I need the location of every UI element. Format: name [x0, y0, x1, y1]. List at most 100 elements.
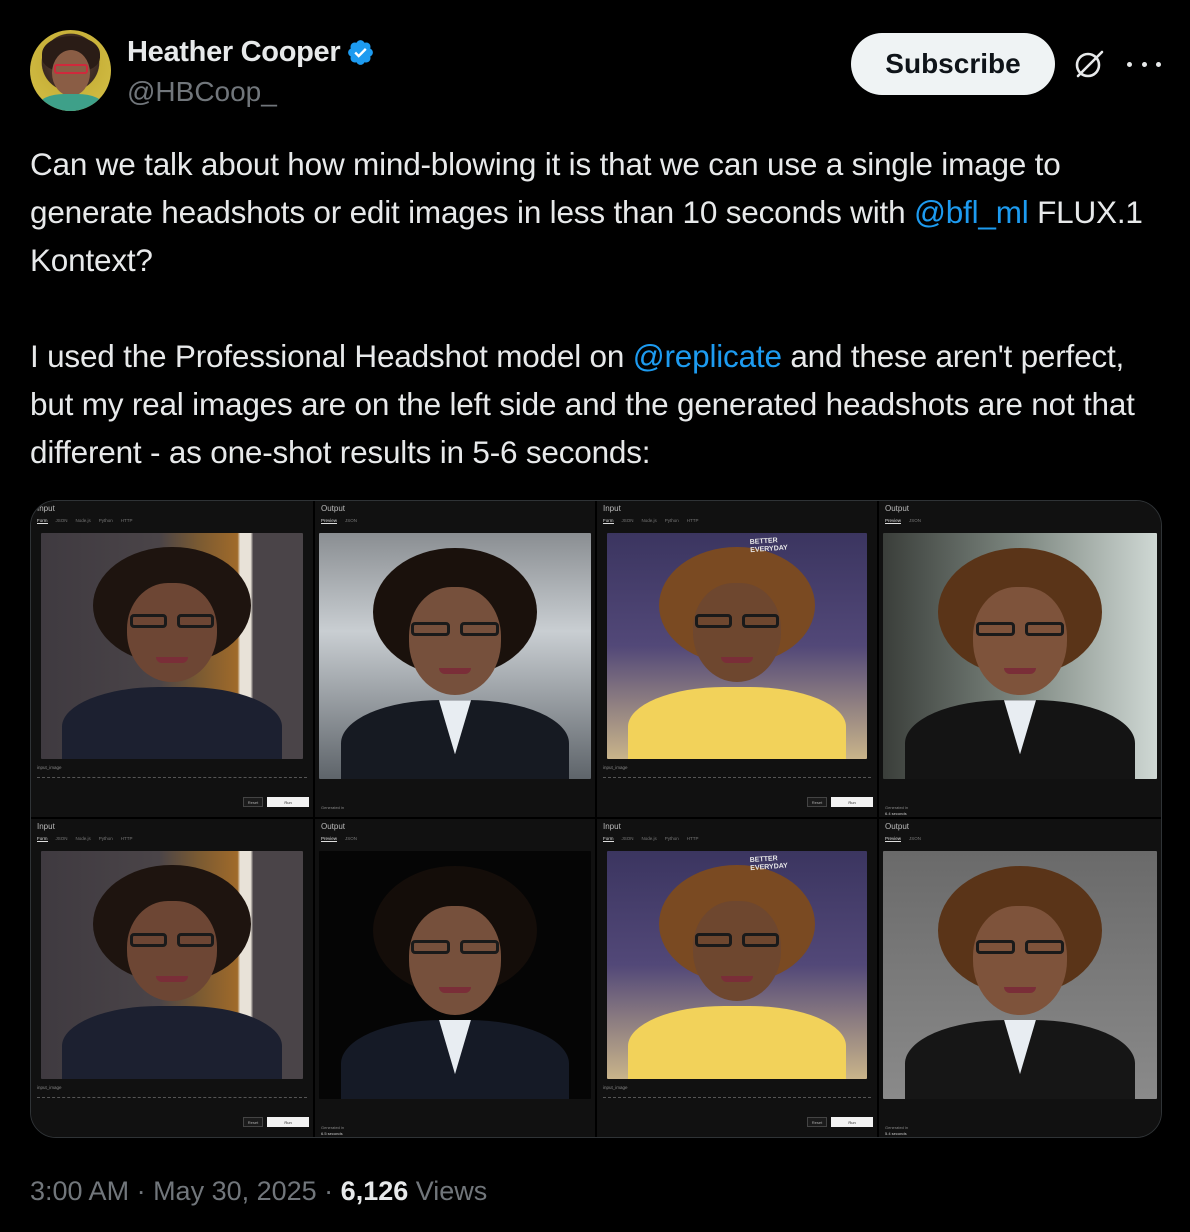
screenshot-panel: Output Preview JSON Generated in 6.5 seconds	[315, 819, 597, 1137]
run-button[interactable]: Run	[831, 797, 873, 807]
panel-title: Input	[603, 822, 621, 831]
generated-in-text: Generated in	[885, 1125, 909, 1130]
tweet-text-segment: I used the Professional Headshot model o…	[30, 338, 633, 374]
post-date[interactable]: May 30, 2025	[153, 1176, 317, 1207]
panel-tab: Python	[98, 518, 113, 523]
screenshot-panel: Input Form JSON Node.js Python HTTP BETTER EVE…	[597, 819, 879, 1137]
screenshot-panel: Output Preview JSON Generated in 6.4 seconds	[879, 501, 1161, 819]
panel-tabs: Preview JSON	[321, 836, 357, 842]
generated-in-label: Generated in 6.4 seconds	[885, 805, 908, 817]
subscribe-button[interactable]: Subscribe	[851, 33, 1055, 95]
generated-in-label: Generated in 5.4 seconds	[885, 1125, 908, 1137]
tweet-media-image[interactable]: Input Form JSON Node.js Python HTTP input_imag…	[30, 500, 1162, 1138]
panel-tab: JSON	[345, 836, 358, 841]
panel-tab: HTTP	[686, 518, 699, 523]
panel-tab: JSON	[345, 518, 358, 523]
tweet-paragraph-2: I used the Professional Headshot model o…	[30, 332, 1165, 476]
mention-link[interactable]: @replicate	[633, 338, 782, 374]
panel-tabs: Form JSON Node.js Python HTTP	[603, 836, 699, 842]
reset-button[interactable]: Reset	[243, 797, 263, 807]
run-button[interactable]: Run	[267, 1117, 309, 1127]
generated-in-label: Generated in	[321, 805, 344, 811]
headshot-photo: BETTER EVERYDAY	[607, 851, 867, 1079]
divider	[37, 777, 307, 778]
headshot-photo	[319, 533, 591, 779]
panel-title: Input	[603, 504, 621, 513]
generated-in-text: Generated in	[885, 805, 909, 810]
panel-tab: HTTP	[120, 836, 133, 841]
input-image-field-label: input_image	[37, 765, 62, 770]
generated-in-text: Generated in	[321, 1125, 345, 1130]
reset-button[interactable]: Reset	[807, 797, 827, 807]
generation-time: 6.5 seconds	[321, 1131, 343, 1136]
panel-tabs: Preview JSON	[885, 836, 921, 842]
divider	[603, 1097, 871, 1098]
panel-tab: JSON	[909, 836, 922, 841]
tweet-paragraph-1: Can we talk about how mind-blowing it is…	[30, 140, 1165, 284]
panel-tab: Form	[603, 518, 614, 524]
panel-tabs: Preview JSON	[321, 518, 357, 524]
panel-tab: Form	[37, 836, 48, 842]
panel-title: Output	[885, 504, 910, 513]
divider	[37, 1097, 307, 1098]
generated-in-text: Generated in	[321, 805, 345, 810]
more-icon[interactable]	[1127, 50, 1161, 78]
screenshot-panel: Input Form JSON Node.js Python HTTP input_imag…	[31, 501, 315, 819]
panel-tab: JSON	[55, 836, 68, 841]
panel-tab: Preview	[885, 518, 902, 524]
screenshot-panel: Input Form JSON Node.js Python HTTP input_imag…	[31, 819, 315, 1137]
avatar[interactable]	[30, 30, 111, 111]
panel-title: Output	[885, 822, 910, 831]
panel-tab: Form	[603, 836, 614, 842]
run-button[interactable]: Run	[267, 797, 309, 807]
author-name[interactable]: Heather Cooper	[127, 36, 341, 69]
panel-title: Output	[321, 504, 346, 513]
panel-tab: HTTP	[686, 836, 699, 841]
panel-tab: JSON	[909, 518, 922, 523]
panel-tab: Preview	[321, 518, 338, 524]
panel-tabs: Form JSON Node.js Python HTTP	[37, 836, 133, 842]
headshot-photo	[883, 533, 1157, 779]
panel-tab: Preview	[885, 836, 902, 842]
screenshot-panel: Output Preview JSON Generated in	[315, 501, 597, 819]
tweet-text-segment: Can we talk about how mind-blowing it is…	[30, 146, 1061, 230]
separator: ·	[316, 1176, 341, 1206]
author-name-row[interactable]: Heather Cooper	[127, 36, 375, 69]
panel-tab: HTTP	[120, 518, 133, 523]
reset-button[interactable]: Reset	[807, 1117, 827, 1127]
panel-tabs: Preview JSON	[885, 518, 921, 524]
panel-title: Input	[37, 822, 55, 831]
generation-time: 6.4 seconds	[885, 811, 907, 816]
input-image-field-label: input_image	[603, 1085, 628, 1090]
panel-tab: Node.js	[75, 518, 91, 523]
mention-link[interactable]: @bfl_ml	[914, 194, 1029, 230]
media-grid: Input Form JSON Node.js Python HTTP input_imag…	[31, 501, 1161, 1137]
panel-tab: Node.js	[75, 836, 91, 841]
tweet-meta: 3:00 AM · May 30, 2025 · 6,126 Views	[30, 1176, 487, 1207]
panel-title: Input	[37, 504, 55, 513]
tweet-text: Can we talk about how mind-blowing it is…	[30, 140, 1165, 476]
separator: ·	[129, 1176, 154, 1206]
verified-badge-icon	[348, 40, 374, 65]
panel-tab: Python	[664, 836, 679, 841]
headshot-photo: BETTER EVERYDAY	[607, 533, 867, 759]
generated-in-label: Generated in 6.5 seconds	[321, 1125, 344, 1137]
panel-tab: JSON	[55, 518, 68, 523]
panel-tab: JSON	[621, 518, 634, 523]
divider	[603, 777, 871, 778]
run-button[interactable]: Run	[831, 1117, 873, 1127]
post-time[interactable]: 3:00 AM	[30, 1176, 129, 1207]
author-handle[interactable]: @HBCoop_	[127, 76, 277, 108]
panel-tabs: Form JSON Node.js Python HTTP	[37, 518, 133, 524]
panel-tabs: Form JSON Node.js Python HTTP	[603, 518, 699, 524]
reset-button[interactable]: Reset	[243, 1117, 263, 1127]
input-image-field-label: input_image	[603, 765, 628, 770]
panel-tab: JSON	[621, 836, 634, 841]
panel-tab: Preview	[321, 836, 338, 842]
headshot-photo	[883, 851, 1157, 1099]
grok-icon[interactable]	[1072, 47, 1106, 81]
views-label: Views	[408, 1176, 488, 1206]
screenshot-panel: Input Form JSON Node.js Python HTTP BETTER EVE…	[597, 501, 879, 819]
panel-tab: Node.js	[641, 836, 657, 841]
headshot-photo	[41, 533, 303, 759]
